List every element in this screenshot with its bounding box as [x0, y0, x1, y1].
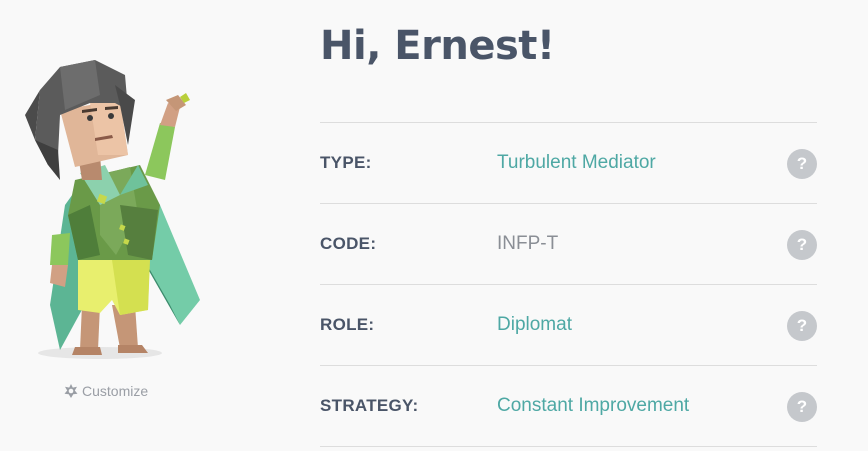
avatar-panel: Customize — [0, 0, 230, 451]
row-label: TYPE: — [320, 153, 372, 172]
page-title: Hi, Ernest! — [320, 23, 555, 69]
strategy-link[interactable]: Constant Improvement — [497, 395, 689, 417]
row-label: ROLE: — [320, 315, 375, 334]
avatar-illustration — [25, 60, 200, 359]
profile-row-role: ROLE: Diplomat ? — [320, 284, 817, 365]
role-link[interactable]: Diplomat — [497, 314, 572, 336]
gear-icon — [64, 384, 78, 398]
help-icon[interactable]: ? — [787, 311, 817, 341]
row-label: CODE: — [320, 234, 377, 253]
profile-row-code: CODE: INFP-T ? — [320, 203, 817, 284]
type-link[interactable]: Turbulent Mediator — [497, 152, 656, 174]
profile-row-type: TYPE: Turbulent Mediator ? — [320, 122, 817, 203]
row-label: STRATEGY: — [320, 396, 419, 415]
help-icon[interactable]: ? — [787, 149, 817, 179]
code-value: INFP-T — [497, 233, 559, 254]
customize-label: Customize — [82, 383, 149, 399]
help-icon[interactable]: ? — [787, 230, 817, 260]
profile-table: TYPE: Turbulent Mediator ? CODE: INFP-T … — [320, 122, 817, 447]
customize-link[interactable]: Customize — [64, 383, 148, 399]
help-icon[interactable]: ? — [787, 392, 817, 422]
profile-row-strategy: STRATEGY: Constant Improvement ? — [320, 365, 817, 447]
